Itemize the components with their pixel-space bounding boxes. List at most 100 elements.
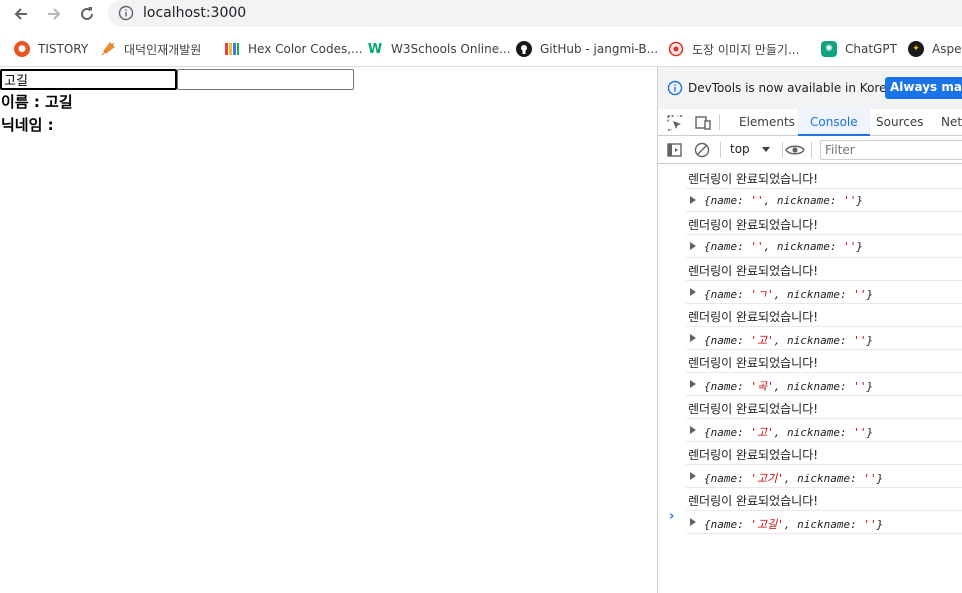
name-value: '곡' bbox=[750, 380, 774, 393]
name-value: '' bbox=[750, 240, 764, 253]
expand-triangle-icon[interactable] bbox=[690, 518, 696, 526]
expand-triangle-icon[interactable] bbox=[690, 426, 696, 434]
inspect-element-icon[interactable] bbox=[666, 114, 684, 132]
device-toolbar-icon[interactable] bbox=[694, 114, 712, 132]
always-match-button[interactable]: Always match bbox=[885, 77, 962, 99]
tistory-icon: ● bbox=[14, 41, 30, 57]
stamp-icon bbox=[668, 41, 684, 57]
bookmark-w3schools[interactable]: W W3Schools Online... bbox=[367, 39, 511, 59]
toolbar-separator bbox=[811, 142, 812, 158]
nickname-value: '' bbox=[843, 194, 857, 207]
toolbar-separator bbox=[720, 142, 721, 158]
expand-triangle-icon[interactable] bbox=[690, 242, 696, 250]
bookmark-label: 도장 이미지 만들기... bbox=[692, 42, 800, 57]
bookmark-tistory[interactable]: ● TISTORY bbox=[14, 39, 88, 59]
log-text: 렌더링이 완료되었습니다! bbox=[688, 402, 819, 416]
log-object-preview: {name: '고', nickname: ''} bbox=[704, 426, 874, 439]
log-object-preview: {name: '고', nickname: ''} bbox=[704, 334, 874, 347]
expand-triangle-icon[interactable] bbox=[690, 334, 696, 342]
name-input[interactable] bbox=[0, 69, 177, 90]
nickname-value: '' bbox=[863, 518, 877, 531]
reload-icon bbox=[81, 7, 93, 20]
bookmark-label: TISTORY bbox=[38, 42, 89, 56]
nickname-value: '' bbox=[853, 288, 867, 301]
bookmarks-bar: ● TISTORY 대덕인재개발원 Hex Color Codes,... W … bbox=[0, 35, 962, 63]
console-log-object[interactable]: {name: 'ㄱ', nickname: ''} bbox=[686, 281, 962, 304]
bookmark-aspect[interactable]: ✦ Aspec bbox=[908, 39, 962, 59]
reload-button[interactable] bbox=[75, 2, 99, 26]
info-icon bbox=[667, 80, 683, 96]
nickname-input[interactable] bbox=[177, 69, 354, 90]
console-filter-input[interactable] bbox=[820, 140, 962, 160]
bookmark-label: 대덕인재개발원 bbox=[124, 42, 202, 57]
address-bar[interactable]: localhost:3000 bbox=[108, 0, 962, 27]
tab-network[interactable]: Netw bbox=[941, 109, 962, 136]
console-log-message: 렌더링이 완료되었습니다! bbox=[686, 304, 962, 327]
tab-sources[interactable]: Sources bbox=[876, 109, 923, 136]
log-text: 렌더링이 완료되었습니다! bbox=[688, 172, 819, 186]
infobar-message: DevTools is now available in Korean! bbox=[688, 81, 907, 95]
log-text: 렌더링이 완료되었습니다! bbox=[688, 448, 819, 462]
tab-elements[interactable]: Elements bbox=[739, 109, 795, 136]
console-log-object[interactable]: {name: '', nickname: ''} bbox=[686, 189, 962, 212]
bookmark-label: Aspec bbox=[932, 42, 962, 56]
console-log-object[interactable]: {name: '곡', nickname: ''} bbox=[686, 373, 962, 396]
console-log-object[interactable]: {name: '고기', nickname: ''} bbox=[686, 465, 962, 488]
devtools-panel: DevTools is now available in Korean! Alw… bbox=[657, 67, 962, 593]
back-arrow-icon bbox=[14, 8, 27, 20]
bookmark-hex-color[interactable]: Hex Color Codes,... bbox=[224, 39, 363, 59]
bookmark-label: GitHub - jangmi-B... bbox=[540, 42, 659, 56]
name-value: 'ㄱ' bbox=[750, 288, 774, 301]
nickname-value: '' bbox=[843, 240, 857, 253]
console-log-object[interactable]: {name: '고', nickname: ''} bbox=[686, 419, 962, 442]
leaf-icon bbox=[100, 41, 116, 57]
log-object-preview: {name: '고기', nickname: ''} bbox=[704, 472, 884, 485]
expand-triangle-icon[interactable] bbox=[690, 288, 696, 296]
sidebar-toggle-icon[interactable] bbox=[666, 141, 684, 159]
chatgpt-icon: ✺ bbox=[821, 41, 837, 57]
context-selector[interactable]: top bbox=[730, 142, 770, 156]
nickname-value: '' bbox=[863, 472, 877, 485]
console-log-message: 렌더링이 완료되었습니다! bbox=[686, 212, 962, 235]
bookmark-label: Hex Color Codes,... bbox=[248, 42, 363, 56]
console-output: 렌더링이 완료되었습니다! {name: '', nickname: ''} 렌더링… bbox=[658, 166, 962, 593]
console-prompt[interactable]: › bbox=[669, 509, 674, 524]
nickname-display: 닉네임 : bbox=[1, 116, 54, 134]
devtools-tabbar: Elements Console Sources Netw bbox=[658, 109, 962, 136]
toolbar-separator bbox=[782, 142, 783, 158]
github-icon bbox=[516, 41, 532, 57]
console-log-object[interactable]: {name: '', nickname: ''} bbox=[686, 235, 962, 258]
live-expression-eye-icon[interactable] bbox=[784, 141, 806, 159]
tab-console[interactable]: Console bbox=[798, 109, 870, 136]
log-text: 렌더링이 완료되었습니다! bbox=[688, 264, 819, 278]
console-log-message: 렌더링이 완료되었습니다! bbox=[686, 166, 962, 189]
bookmark-daedeok[interactable]: 대덕인재개발원 bbox=[100, 39, 201, 59]
console-log-object[interactable]: {name: '고길', nickname: ''} bbox=[686, 511, 962, 534]
back-button[interactable] bbox=[9, 2, 33, 26]
tab-separator bbox=[719, 114, 720, 130]
nickname-value: '' bbox=[853, 334, 867, 347]
bookmark-chatgpt[interactable]: ✺ ChatGPT bbox=[821, 39, 897, 59]
name-value: '고길' bbox=[750, 518, 784, 531]
expand-triangle-icon[interactable] bbox=[690, 472, 696, 480]
console-log-message: 렌더링이 완료되었습니다! bbox=[686, 442, 962, 465]
bookmark-stamp[interactable]: 도장 이미지 만들기... bbox=[668, 39, 799, 59]
nickname-value: '' bbox=[853, 380, 867, 393]
console-log-object[interactable]: {name: '고', nickname: ''} bbox=[686, 327, 962, 350]
bookmark-github[interactable]: GitHub - jangmi-B... bbox=[516, 39, 658, 59]
site-info-icon[interactable] bbox=[118, 5, 134, 21]
clear-console-icon[interactable] bbox=[693, 141, 711, 159]
expand-triangle-icon[interactable] bbox=[690, 196, 696, 204]
w3schools-icon: W bbox=[367, 41, 383, 57]
forward-arrow-icon bbox=[48, 8, 61, 20]
log-object-preview: {name: '곡', nickname: ''} bbox=[704, 380, 874, 393]
console-log-message: 렌더링이 완료되었습니다! bbox=[686, 396, 962, 419]
forward-button[interactable] bbox=[42, 2, 66, 26]
name-value: '고' bbox=[750, 334, 774, 347]
dropdown-triangle-icon bbox=[761, 147, 770, 152]
web-page: 이름 : 고길 닉네임 : bbox=[0, 67, 657, 593]
devtools-language-infobar: DevTools is now available in Korean! Alw… bbox=[658, 67, 962, 109]
expand-triangle-icon[interactable] bbox=[690, 380, 696, 388]
name-value: '' bbox=[750, 194, 764, 207]
log-object-preview: {name: 'ㄱ', nickname: ''} bbox=[704, 288, 874, 301]
